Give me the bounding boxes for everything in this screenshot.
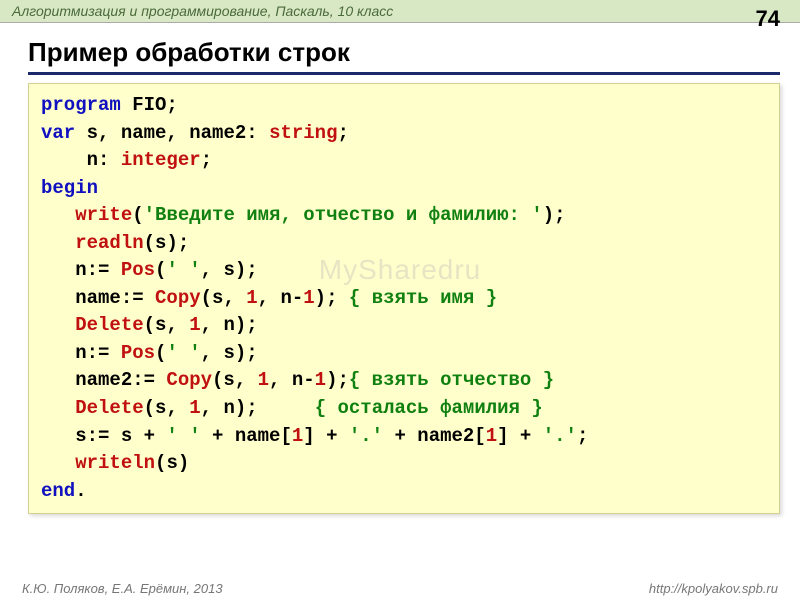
slide-title: Пример обработки строк (28, 37, 780, 75)
footer-authors: К.Ю. Поляков, Е.А. Ерёмин, 2013 (22, 581, 223, 596)
page-number: 74 (756, 6, 780, 32)
course-header: Алгоритмизация и программирование, Паска… (0, 0, 800, 23)
code-listing: program FIO; var s, name, name2: string;… (28, 83, 780, 514)
footer-url: http://kpolyakov.spb.ru (649, 581, 778, 596)
